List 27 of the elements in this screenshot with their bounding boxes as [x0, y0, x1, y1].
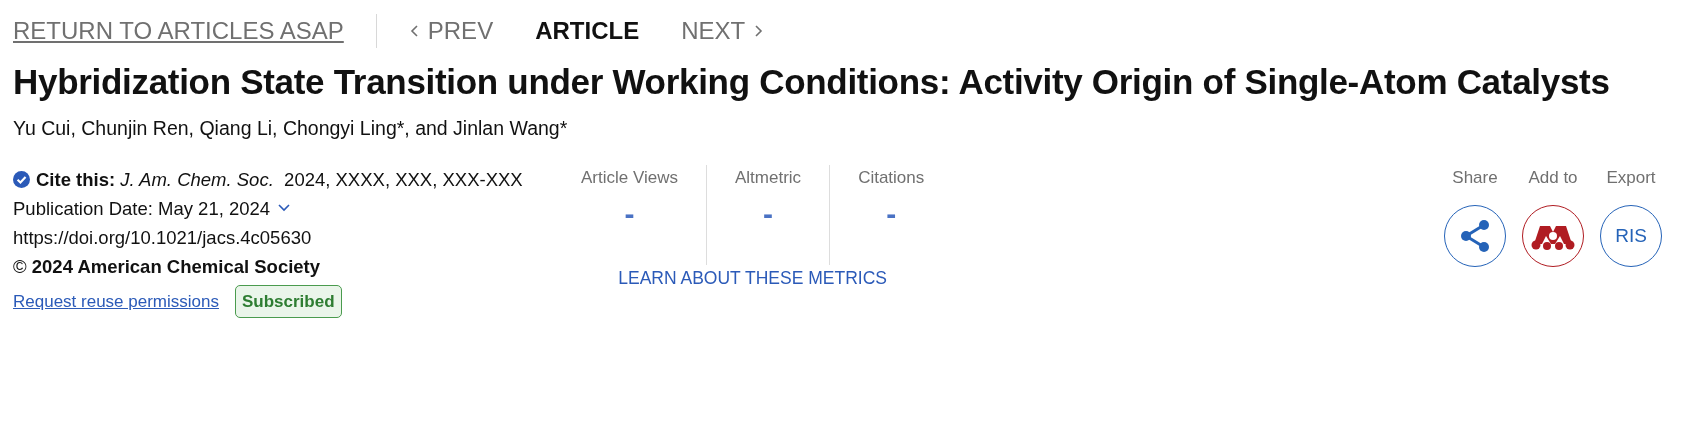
metric-label: Citations: [858, 167, 925, 190]
action-label: Export: [1606, 167, 1656, 190]
article-nav-link[interactable]: ARTICLE: [535, 13, 640, 49]
article-nav-link[interactable]: NEXT: [681, 13, 765, 49]
reuse-permissions-link[interactable]: Request reuse permissions: [13, 287, 219, 317]
share-icon: [1459, 218, 1491, 253]
copyright-text: © 2024 American Chemical Society: [13, 256, 321, 278]
metric-label: Article Views: [581, 167, 678, 190]
publication-date: Publication Date: May 21, 2024: [13, 197, 271, 222]
author-list: Yu Cui, Chunjin Ren, Qiang Li, Chongyi Ling*, and Jinlan Wang*: [13, 114, 1674, 144]
return-link[interactable]: RETURN TO ARTICLES ASAP: [13, 14, 377, 48]
doi-text: https://doi.org/10.1021/jacs.4c05630: [13, 227, 312, 249]
access-badge: Subscribed: [235, 285, 342, 319]
action-label: Share: [1452, 167, 1498, 190]
article-nav-link[interactable]: PREV: [408, 13, 494, 49]
article-title: Hybridization State Transition under Working Conditions: Activity Origin of Single-Atom Catalysts: [13, 61, 1611, 103]
metric-value: -: [763, 196, 774, 230]
metric-value: -: [624, 196, 635, 230]
check-badge-icon: [13, 171, 30, 189]
metrics-link[interactable]: LEARN ABOUT THESE METRICS: [618, 268, 887, 289]
metric-label: Altmetric: [735, 167, 802, 190]
export-button[interactable]: RIS: [1600, 204, 1662, 267]
metric-value: -: [886, 196, 897, 230]
chevron-icon: [753, 24, 765, 38]
action-label: Add to: [1528, 167, 1578, 190]
citation-text: Cite this: J. Am. Chem. Soc. 2024, XXXX, XXX, XXX-XXX: [36, 169, 523, 191]
chevron-icon: [408, 24, 420, 38]
